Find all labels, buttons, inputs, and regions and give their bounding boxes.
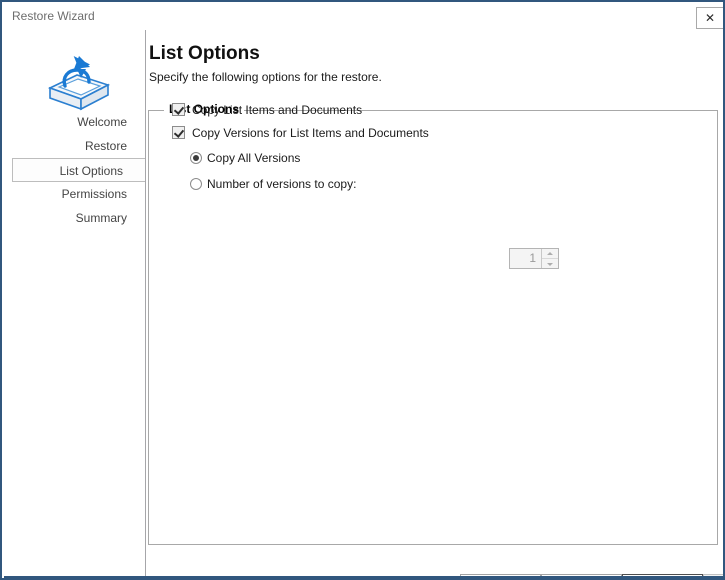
copy-all-versions-radio[interactable]: Copy All Versions xyxy=(190,151,300,165)
stepper-buttons xyxy=(541,249,558,268)
wizard-step-list: Welcome Restore List Options Permissions… xyxy=(4,110,146,230)
radio-label: Copy All Versions xyxy=(207,151,300,165)
number-of-versions-radio[interactable]: Number of versions to copy: xyxy=(190,177,356,191)
page-title: List Options xyxy=(149,43,260,65)
radio-label: Number of versions to copy: xyxy=(207,177,356,191)
main-content: List Options Specify the following optio… xyxy=(146,30,725,578)
radio-indicator[interactable] xyxy=(190,152,202,164)
sidebar-item-restore[interactable]: Restore xyxy=(4,134,146,158)
radio-indicator[interactable] xyxy=(190,178,202,190)
sidebar-item-label: Restore xyxy=(85,139,127,153)
close-icon[interactable]: ✕ xyxy=(696,7,724,29)
sidebar-item-label: Welcome xyxy=(77,115,127,129)
page-subtitle: Specify the following options for the re… xyxy=(149,70,382,84)
sidebar-item-label: Permissions xyxy=(62,187,127,201)
sidebar-item-label: Summary xyxy=(76,211,127,225)
sidebar-item-label: List Options xyxy=(60,164,123,178)
restore-box-arrow-icon xyxy=(32,42,124,116)
versions-count-stepper[interactable]: 1 xyxy=(509,248,559,269)
sidebar-item-list-options[interactable]: List Options xyxy=(12,158,150,182)
stepper-down-icon[interactable] xyxy=(542,258,558,268)
title-bar: Restore Wizard ✕ xyxy=(4,4,725,30)
copy-list-items-checkbox[interactable]: Copy List Items and Documents xyxy=(172,103,362,117)
footer-accent-line xyxy=(4,576,725,578)
restore-wizard-window: Restore Wizard ✕ Welcome xyxy=(0,0,725,580)
sidebar-item-summary[interactable]: Summary xyxy=(4,206,146,230)
checkbox-label: Copy Versions for List Items and Documen… xyxy=(192,126,429,140)
wizard-sidebar: Welcome Restore List Options Permissions… xyxy=(4,30,146,578)
checkbox-indicator[interactable] xyxy=(172,126,185,139)
checkbox-indicator[interactable] xyxy=(172,103,185,116)
versions-count-input[interactable]: 1 xyxy=(510,249,541,268)
checkbox-label: Copy List Items and Documents xyxy=(192,103,362,117)
sidebar-item-welcome[interactable]: Welcome xyxy=(4,110,146,134)
sidebar-item-permissions[interactable]: Permissions xyxy=(4,182,146,206)
window-title: Restore Wizard xyxy=(12,9,95,23)
stepper-up-icon[interactable] xyxy=(542,249,558,258)
copy-versions-checkbox[interactable]: Copy Versions for List Items and Documen… xyxy=(172,126,429,140)
list-options-groupbox xyxy=(148,110,718,545)
